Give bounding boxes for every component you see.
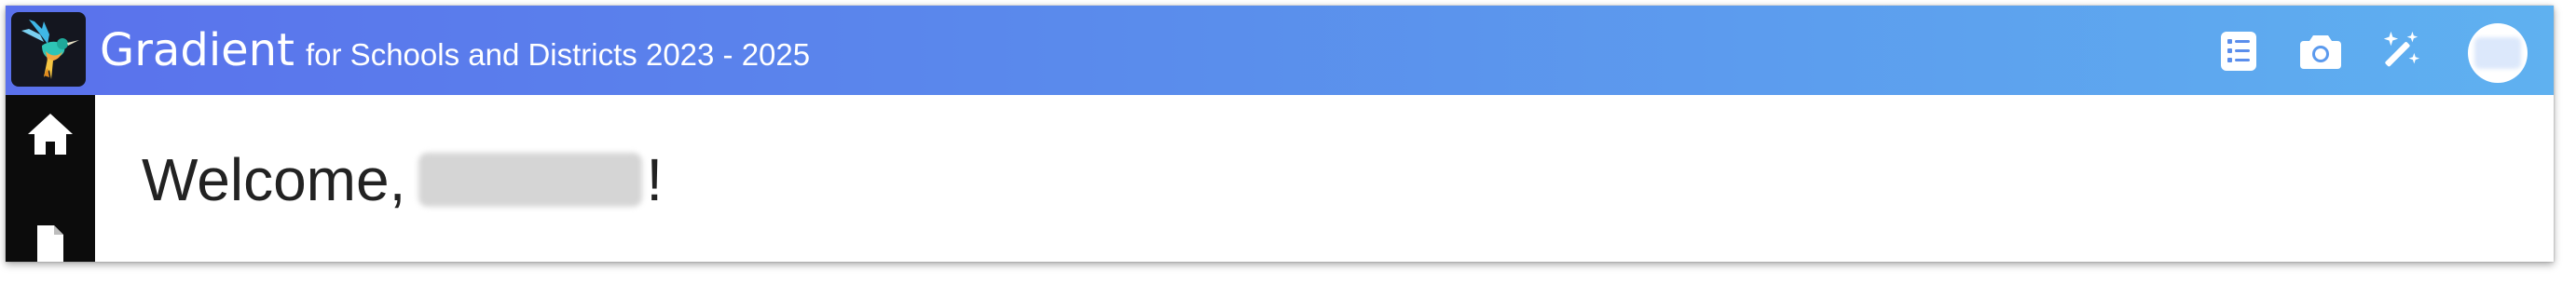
sidebar-item-documents[interactable]	[6, 205, 95, 262]
user-name-redacted	[418, 153, 643, 207]
app-logo[interactable]	[11, 12, 86, 87]
magic-button[interactable]	[2378, 30, 2421, 73]
welcome-exclamation: !	[646, 146, 664, 213]
sidebar-item-home[interactable]	[6, 97, 95, 171]
avatar-image	[2474, 37, 2521, 69]
app-window: Gradient for Schools and Districts 2023 …	[6, 6, 2554, 262]
magic-wand-icon	[2383, 31, 2420, 67]
welcome-text: Welcome,	[142, 146, 406, 213]
avatar[interactable]	[2468, 23, 2528, 83]
list-icon	[2221, 32, 2256, 71]
list-button[interactable]	[2217, 30, 2260, 73]
hummingbird-logo-icon	[21, 20, 79, 79]
camera-icon	[2300, 35, 2341, 69]
app-subtitle: for Schools and Districts 2023 - 2025	[306, 37, 811, 72]
camera-button[interactable]	[2299, 30, 2342, 73]
app-brand-name: Gradient	[100, 24, 295, 76]
top-app-bar: Gradient for Schools and Districts 2023 …	[6, 6, 2554, 95]
welcome-heading: Welcome, !	[142, 145, 663, 214]
sidebar	[6, 95, 95, 262]
main-content: Welcome, !	[95, 95, 2554, 262]
home-icon	[28, 114, 73, 155]
document-icon	[37, 225, 63, 262]
